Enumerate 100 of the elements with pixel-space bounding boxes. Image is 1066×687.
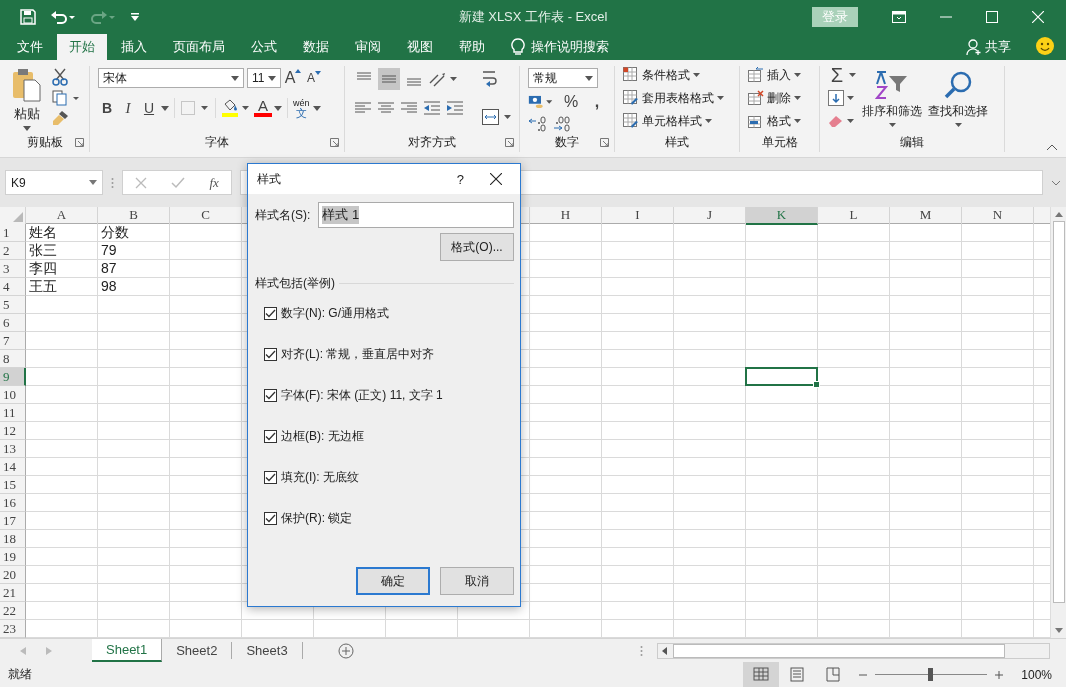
decrease-indent-icon[interactable]	[422, 100, 442, 116]
row-header[interactable]: 15	[0, 476, 26, 494]
column-header[interactable]: A	[26, 207, 98, 225]
row-header[interactable]: 21	[0, 584, 26, 602]
checkbox[interactable]	[264, 348, 277, 361]
row-header[interactable]: 22	[0, 602, 26, 620]
dialog-launcher-icon[interactable]	[600, 138, 609, 147]
comma-button[interactable]: ,	[588, 93, 606, 111]
scroll-down-icon[interactable]	[1054, 628, 1063, 633]
format-painter-icon[interactable]	[52, 110, 70, 126]
smiley-icon[interactable]	[1036, 37, 1054, 55]
border-icon[interactable]	[180, 100, 210, 116]
percent-button[interactable]: %	[562, 93, 580, 111]
caret-icon[interactable]	[274, 105, 282, 111]
delete-cells-icon[interactable]	[748, 90, 764, 106]
style-name-field[interactable]: 样式 1	[318, 202, 514, 228]
dialog-launcher-icon[interactable]	[330, 138, 339, 147]
caret-icon[interactable]	[794, 119, 801, 123]
italic-button[interactable]: I	[119, 99, 137, 117]
checkbox-label[interactable]: 数字(N): G/通用格式	[281, 305, 389, 322]
cell-style-icon[interactable]	[623, 113, 639, 129]
share-button[interactable]: 共享	[985, 34, 1011, 60]
caret-icon[interactable]	[268, 75, 276, 81]
checkbox-label[interactable]: 填充(I): 无底纹	[281, 469, 359, 486]
ribbon-tab[interactable]: 开始	[57, 34, 107, 60]
column-header[interactable]: L	[818, 207, 890, 225]
row-header[interactable]: 12	[0, 422, 26, 440]
row-header[interactable]: 13	[0, 440, 26, 458]
checkmark-icon[interactable]	[171, 176, 186, 189]
ribbon-tab[interactable]: 公式	[239, 34, 289, 60]
caret-icon[interactable]	[849, 73, 856, 77]
row-header[interactable]: 2	[0, 242, 26, 260]
add-sheet-icon[interactable]	[337, 642, 354, 659]
caret-icon[interactable]	[161, 105, 169, 111]
row-header[interactable]: 3	[0, 260, 26, 278]
caret-icon[interactable]	[705, 119, 712, 123]
format-button[interactable]: 格式(O)...	[440, 233, 514, 261]
checkbox-label[interactable]: 边框(B): 无边框	[281, 428, 364, 445]
maximize-icon[interactable]	[986, 11, 998, 23]
checkbox[interactable]	[264, 512, 277, 525]
text-orientation-icon[interactable]	[428, 70, 458, 88]
phonetic-guide-button[interactable]: wén 文	[293, 98, 310, 118]
zoom-in-icon[interactable]	[995, 670, 1004, 679]
row-header[interactable]: 20	[0, 566, 26, 584]
row-header[interactable]: 18	[0, 530, 26, 548]
fill-color-icon[interactable]	[221, 99, 251, 117]
ok-button[interactable]: 确定	[356, 567, 430, 595]
number-format-dropdown[interactable]: 常规	[528, 68, 598, 88]
zoom-slider-thumb[interactable]	[928, 668, 934, 681]
row-header[interactable]: 23	[0, 620, 26, 638]
find-select-button[interactable]: 查找和选择	[928, 103, 988, 120]
zoom-level[interactable]: 100%	[1021, 667, 1052, 682]
ribbon-tab[interactable]: 视图	[395, 34, 445, 60]
caret-icon[interactable]	[794, 73, 801, 77]
row-header[interactable]: 6	[0, 314, 26, 332]
scissors-icon[interactable]	[52, 68, 68, 86]
checkbox-label[interactable]: 保护(R): 锁定	[281, 510, 353, 527]
row-header[interactable]: 14	[0, 458, 26, 476]
arrow-down-icon[interactable]	[315, 71, 321, 75]
scroll-left-icon[interactable]	[662, 646, 667, 655]
ribbon-tab[interactable]: 页面布局	[161, 34, 237, 60]
increase-indent-icon[interactable]	[445, 100, 465, 116]
caret-icon[interactable]	[89, 180, 97, 185]
caret-icon[interactable]	[717, 96, 724, 100]
column-header[interactable]: N	[962, 207, 1034, 225]
column-header[interactable]: C	[170, 207, 242, 225]
caret-icon[interactable]	[585, 75, 593, 81]
shrink-font-button[interactable]: A	[305, 71, 323, 85]
currency-icon[interactable]	[528, 93, 554, 111]
column-header[interactable]: H	[530, 207, 602, 225]
fill-down-icon[interactable]	[828, 90, 844, 106]
name-box[interactable]: K9	[5, 170, 103, 195]
ribbon-menu-button[interactable]: 套用表格格式	[642, 89, 714, 107]
undo-icon[interactable]	[50, 9, 76, 25]
row-header[interactable]: 10	[0, 386, 26, 404]
checkbox[interactable]	[264, 471, 277, 484]
column-header[interactable]: I	[602, 207, 674, 225]
cancel-button[interactable]: 取消	[440, 567, 514, 595]
checkbox-label[interactable]: 对齐(L): 常规，垂直居中对齐	[281, 346, 435, 363]
font-color-button[interactable]: A	[254, 99, 272, 117]
wrap-text-icon[interactable]	[481, 68, 499, 90]
sheet-tab[interactable]: Sheet3	[232, 642, 303, 659]
row-header[interactable]: 9	[0, 368, 26, 386]
ribbon-tab[interactable]: 数据	[291, 34, 341, 60]
row-header[interactable]: 4	[0, 278, 26, 296]
copy-icon[interactable]	[52, 90, 80, 106]
caret-icon[interactable]	[847, 119, 854, 123]
vertical-scrollbar[interactable]	[1050, 207, 1066, 638]
autosum-button[interactable]: Σ	[828, 66, 846, 84]
format-cells-icon[interactable]	[748, 113, 764, 129]
dialog-launcher-icon[interactable]	[505, 138, 514, 147]
ribbon-menu-button[interactable]: 单元格样式	[642, 112, 702, 130]
caret-icon[interactable]	[794, 96, 801, 100]
row-header[interactable]: 17	[0, 512, 26, 530]
caret-icon[interactable]	[23, 126, 31, 131]
ribbon-tab[interactable]: 文件	[5, 34, 55, 60]
normal-view-icon[interactable]	[743, 662, 780, 687]
font-name-dropdown[interactable]: 宋体	[98, 68, 244, 88]
collapse-ribbon-icon[interactable]	[1046, 144, 1058, 151]
dialog-launcher-icon[interactable]	[75, 138, 84, 147]
